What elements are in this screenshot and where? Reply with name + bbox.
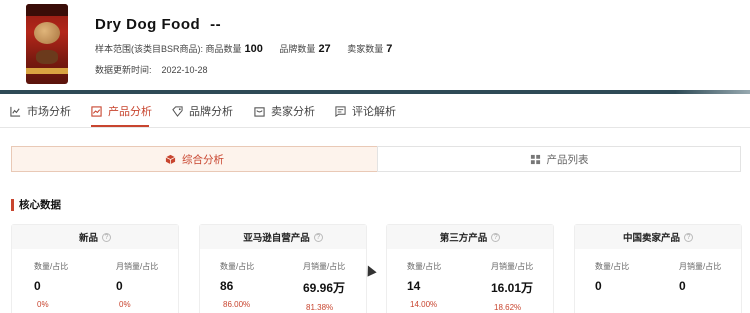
count-value: 0 xyxy=(34,279,41,293)
seller-count-value: 7 xyxy=(386,43,393,55)
page: Dry Dog Food -- 样本范围(该类目BSR商品): 商品数量 100 品… xyxy=(0,0,750,313)
card-title: 第三方产品 xyxy=(439,233,488,244)
shop-icon xyxy=(254,106,265,117)
count-pct: 86.00% xyxy=(223,300,251,309)
tab-label: 市场分析 xyxy=(27,106,71,118)
count-label: 数量/占比 xyxy=(34,262,69,271)
grid-icon xyxy=(530,154,540,164)
sales-label: 月销量/占比 xyxy=(303,262,346,271)
card-title: 中国卖家产品 xyxy=(622,233,680,244)
card-amazon-self-operated: 亚马逊自营产品? 数量/占比 86 86.00% 月销量/占比 69.96万 81.38… xyxy=(199,224,367,313)
tab-product-analysis[interactable]: 产品分析 xyxy=(91,103,152,119)
toggle-label: 综合分析 xyxy=(182,153,224,166)
tab-market-analysis[interactable]: 市场分析 xyxy=(10,103,71,119)
product-title: Dry Dog Food -- xyxy=(95,16,221,33)
sales-pct: 81.38% xyxy=(306,303,334,312)
analysis-tabs: 市场分析 产品分析 品牌分析 卖家分析 评论解析 xyxy=(0,94,750,128)
tab-seller-analysis[interactable]: 卖家分析 xyxy=(254,103,315,119)
core-data-title: 核心数据 xyxy=(11,199,61,211)
count-label: 数量/占比 xyxy=(595,262,630,271)
sales-value: 0 xyxy=(116,279,123,293)
card-title: 新品 xyxy=(78,233,98,244)
sales-pct: 18.62% xyxy=(494,303,522,312)
update-time-row: 数据更新时间: 2022-10-28 xyxy=(95,63,208,76)
cube-icon xyxy=(165,154,176,164)
sales-label: 月销量/占比 xyxy=(679,262,722,271)
sales-value: 0 xyxy=(679,279,686,293)
brand-count-value: 27 xyxy=(318,43,331,55)
brand-count-label: 品牌数量 xyxy=(279,44,316,54)
count-label: 数量/占比 xyxy=(220,262,255,271)
tab-review-analysis[interactable]: 评论解析 xyxy=(335,103,396,119)
sales-label: 月销量/占比 xyxy=(491,262,534,271)
sales-label: 月销量/占比 xyxy=(116,262,159,271)
title-suffix: -- xyxy=(210,16,222,33)
product-count-label: 商品数量 xyxy=(205,44,242,54)
help-icon[interactable]: ? xyxy=(313,232,323,242)
count-pct: 14.00% xyxy=(410,300,438,309)
toggle-overall-analysis[interactable]: 综合分析 xyxy=(11,146,378,172)
count-value: 0 xyxy=(595,279,602,293)
help-icon[interactable]: ? xyxy=(491,232,501,242)
title-text: Dry Dog Food xyxy=(95,16,201,33)
line-chart-icon xyxy=(10,106,21,117)
tag-icon xyxy=(172,105,183,117)
sample-scope-row: 样本范围(该类目BSR商品): 商品数量 100 品牌数量 27 卖家数量 7 xyxy=(95,42,406,55)
tab-label: 品牌分析 xyxy=(189,106,233,118)
count-value: 86 xyxy=(220,279,234,293)
update-time-value: 2022-10-28 xyxy=(161,65,208,75)
product-image xyxy=(26,4,68,84)
area-chart-icon xyxy=(91,105,102,117)
card-new-products: 新品? 数量/占比 0 0% 月销量/占比 0 0% xyxy=(11,224,179,313)
help-icon[interactable]: ? xyxy=(102,232,111,242)
card-title: 亚马逊自营产品 xyxy=(243,233,310,244)
comment-icon xyxy=(335,105,346,117)
toggle-label: 产品列表 xyxy=(546,153,589,166)
tab-label: 卖家分析 xyxy=(271,106,315,118)
card-chinese-sellers: 中国卖家产品? 数量/占比 0 月销量/占比 0 xyxy=(574,224,742,313)
tab-label: 评论解析 xyxy=(352,106,396,118)
seller-count-label: 卖家数量 xyxy=(347,44,384,54)
card-third-party: 第三方产品? 数量/占比 14 14.00% 月销量/占比 16.01万 18.62% xyxy=(386,224,554,313)
help-icon[interactable]: ? xyxy=(684,232,693,242)
product-header: Dry Dog Food -- 样本范围(该类目BSR商品): 商品数量 100 品… xyxy=(0,0,750,90)
count-value: 14 xyxy=(407,279,421,293)
tab-brand-analysis[interactable]: 品牌分析 xyxy=(172,103,233,119)
sales-pct: 0% xyxy=(119,300,131,309)
update-time-label: 数据更新时间: xyxy=(95,65,152,75)
count-pct: 0% xyxy=(37,300,49,309)
tab-label: 产品分析 xyxy=(108,106,152,118)
active-tab-indicator xyxy=(91,125,149,127)
count-label: 数量/占比 xyxy=(407,262,442,271)
sales-value: 16.01万 xyxy=(491,281,534,295)
sample-scope-label: 样本范围(该类目BSR商品): xyxy=(95,44,204,54)
toggle-product-list[interactable]: 产品列表 xyxy=(377,146,741,172)
sales-value: 69.96万 xyxy=(303,281,346,295)
product-count-value: 100 xyxy=(244,43,263,55)
